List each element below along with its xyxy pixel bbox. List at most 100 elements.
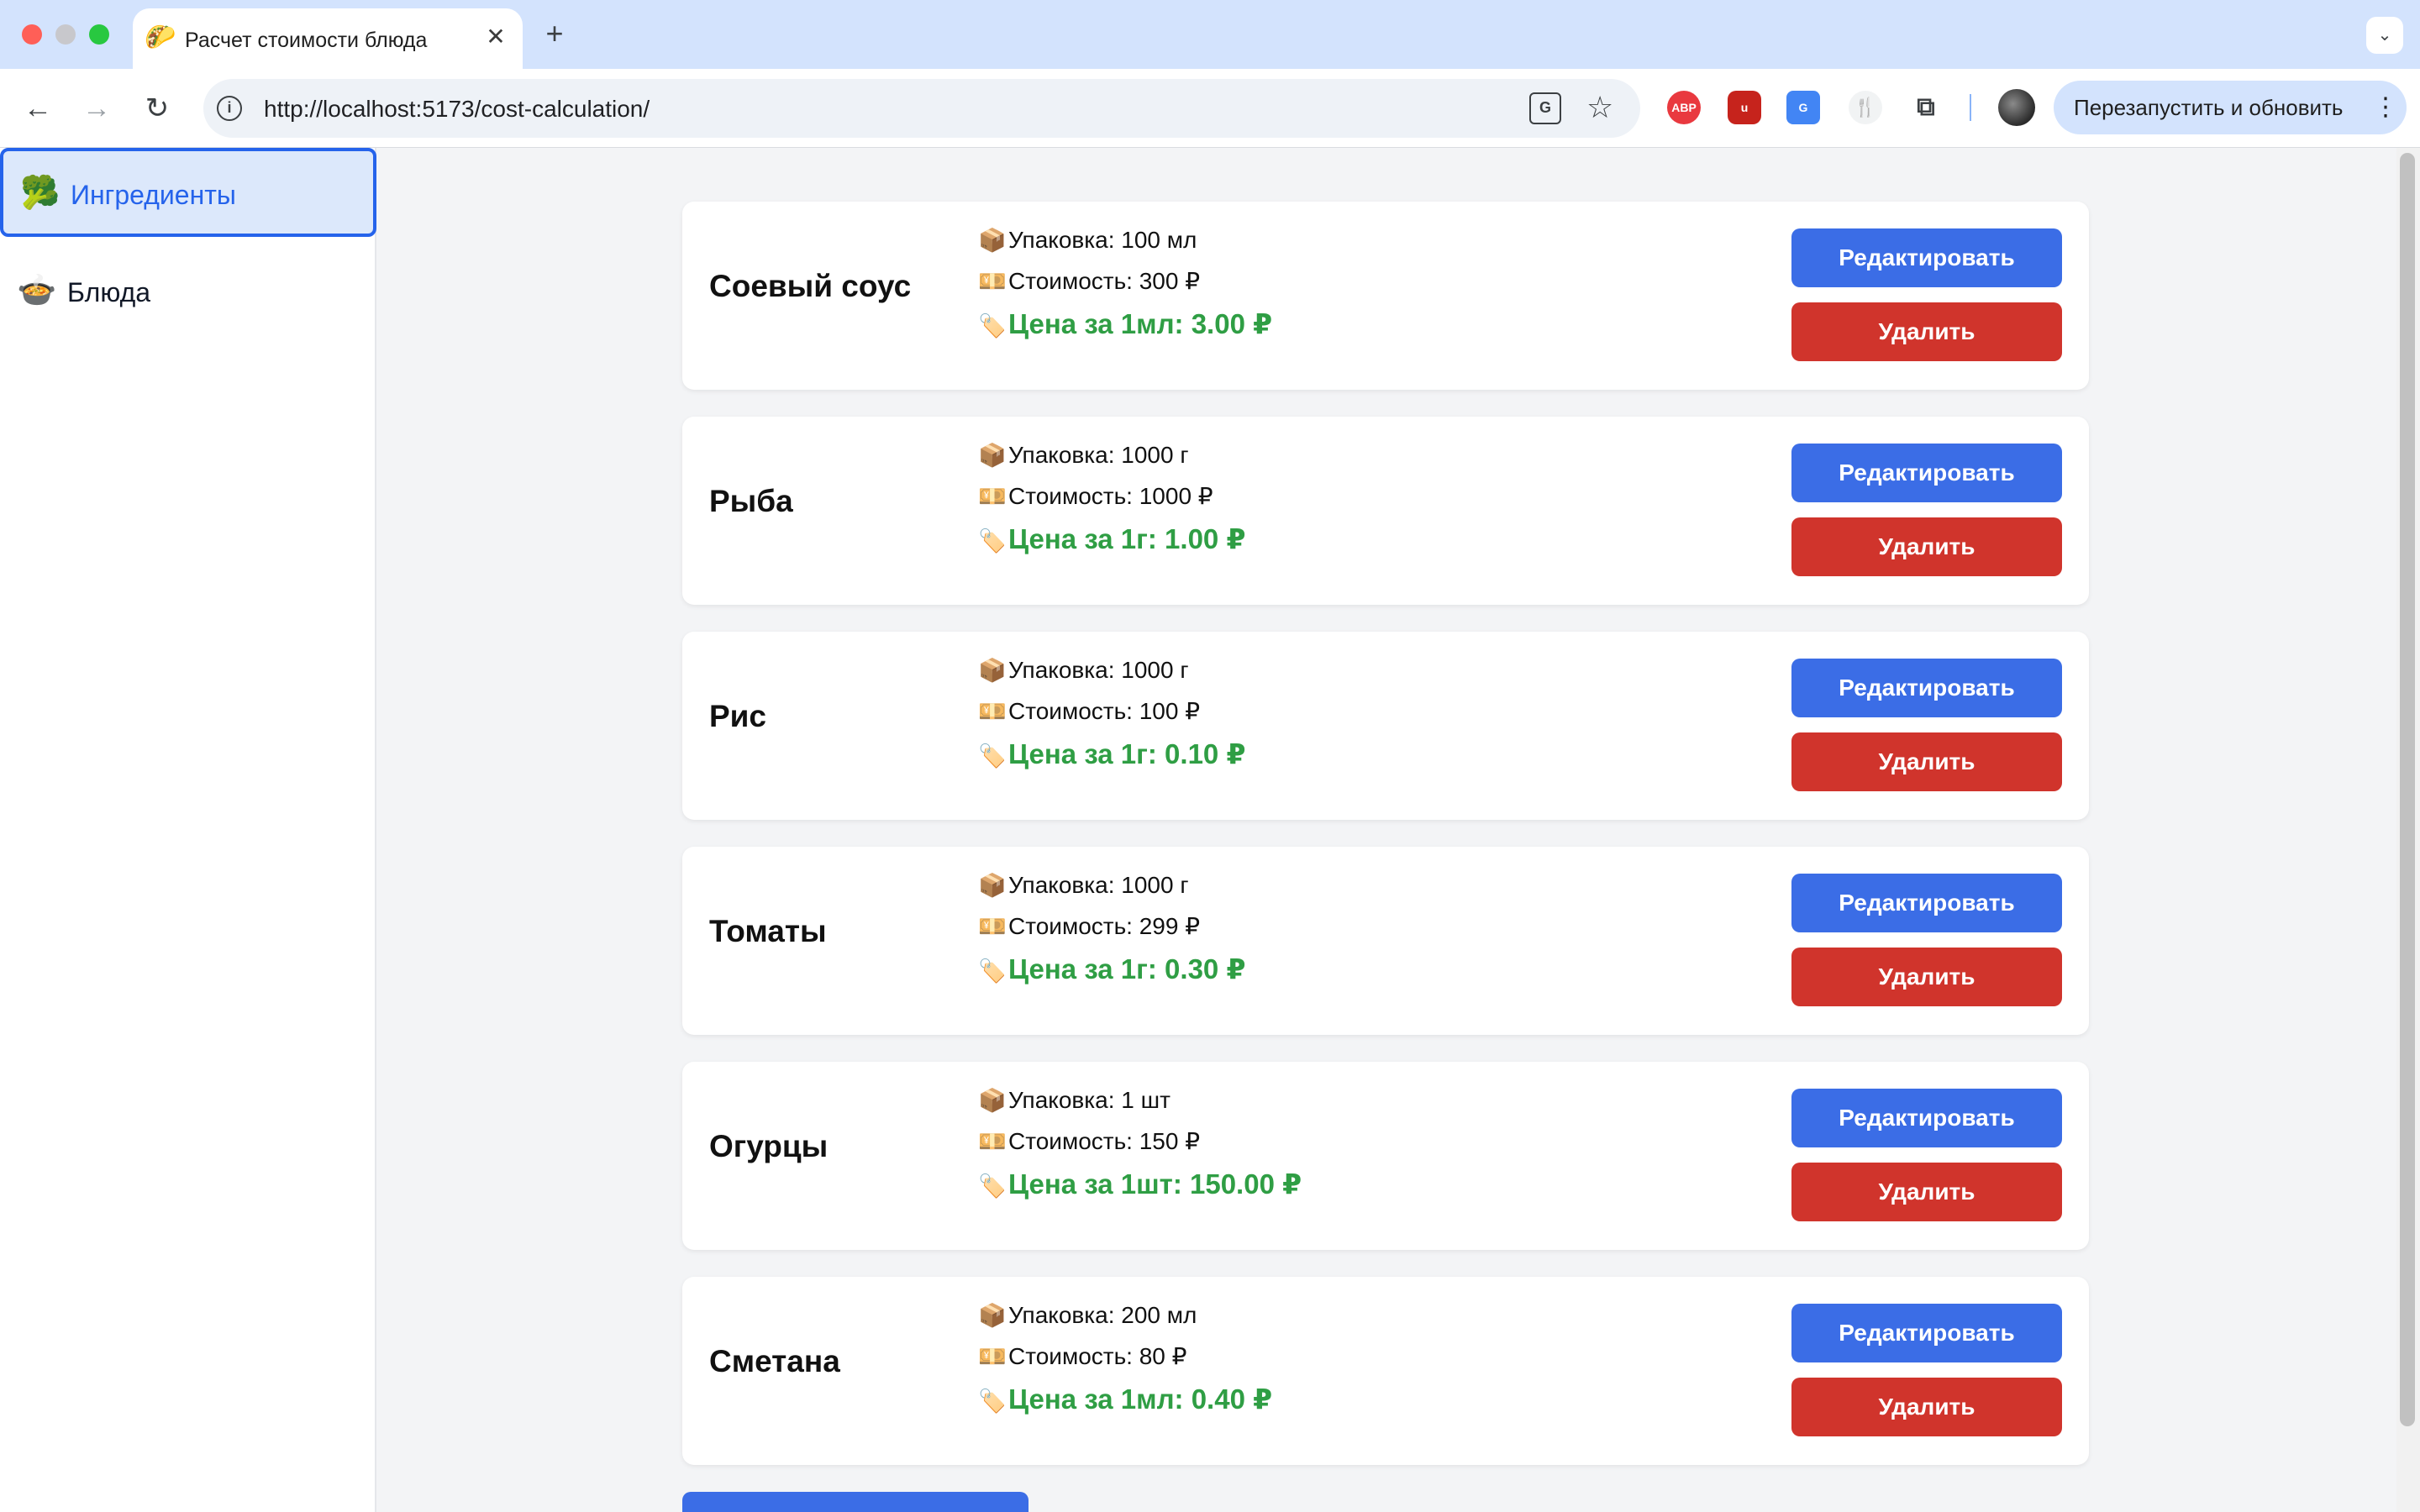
ingredient-info: 📦Упаковка: 1 шт 💴Стоимость: 150 ₽ 🏷️Цена… [978, 1087, 1302, 1215]
sidebar-item-label: Ингредиенты [71, 180, 236, 210]
tab-close-icon[interactable]: ✕ [481, 22, 511, 52]
money-icon: 💴 [978, 1129, 1007, 1154]
ingredient-info: 📦Упаковка: 100 мл 💴Стоимость: 300 ₽ 🏷️Це… [978, 227, 1272, 354]
edit-button[interactable]: Редактировать [1791, 228, 2062, 287]
ingredient-card: Соевый соус 📦Упаковка: 100 мл 💴Стоимость… [682, 202, 2089, 390]
back-arrow-icon[interactable]: ← [18, 89, 57, 128]
package-size: Упаковка: 1000 г [1008, 442, 1189, 468]
taco-favicon-icon: 🌮 [145, 24, 176, 51]
address-bar[interactable]: i http://localhost:5173/cost-calculation… [203, 79, 1640, 138]
forward-arrow-icon[interactable]: → [77, 89, 116, 128]
sidebar-item-label: Блюда [67, 277, 151, 307]
ingredient-name: Томаты [709, 914, 827, 948]
delete-button[interactable]: Удалить [1791, 1163, 2062, 1221]
money-icon: 💴 [978, 1344, 1007, 1369]
reload-icon[interactable]: ↻ [138, 89, 176, 128]
unit-price: Цена за 1г: 1.00 ₽ [1008, 523, 1246, 554]
price-tag-icon: 🏷️ [978, 1389, 1007, 1414]
edit-button[interactable]: Редактировать [1791, 874, 2062, 932]
delete-button[interactable]: Удалить [1791, 517, 2062, 576]
money-icon: 💴 [978, 269, 1007, 294]
unit-price: Цена за 1мл: 0.40 ₽ [1008, 1383, 1273, 1415]
package-size: Упаковка: 1000 г [1008, 657, 1189, 683]
tab-title: Расчет стоимости блюда [185, 29, 428, 52]
page-viewport: 🥦 Ингредиенты 🍲 Блюда Соевый соус 📦Упако… [0, 148, 2420, 1512]
delete-button[interactable]: Удалить [1791, 302, 2062, 361]
package-cost: Стоимость: 300 ₽ [1008, 268, 1201, 294]
unit-price: Цена за 1г: 0.10 ₽ [1008, 738, 1246, 769]
toolbar-divider [1970, 94, 1971, 121]
unit-price: Цена за 1шт: 150.00 ₽ [1008, 1168, 1302, 1200]
bookmark-star-icon[interactable]: ☆ [1586, 91, 1613, 124]
url-text[interactable]: http://localhost:5173/cost-calculation/ [264, 96, 650, 123]
price-tag-icon: 🏷️ [978, 958, 1007, 984]
edit-button[interactable]: Редактировать [1791, 444, 2062, 502]
sidebar-item-dishes[interactable]: 🍲 Блюда [0, 249, 376, 338]
delete-button[interactable]: Удалить [1791, 948, 2062, 1006]
price-tag-icon: 🏷️ [978, 743, 1007, 769]
package-cost: Стоимость: 1000 ₽ [1008, 483, 1213, 509]
package-icon: 📦 [978, 228, 1007, 253]
ingredient-info: 📦Упаковка: 1000 г 💴Стоимость: 1000 ₽ 🏷️Ц… [978, 442, 1245, 570]
add-ingredient-button[interactable] [682, 1492, 1028, 1512]
edit-button[interactable]: Редактировать [1791, 1089, 2062, 1147]
edit-button[interactable]: Редактировать [1791, 659, 2062, 717]
site-info-icon[interactable]: i [217, 96, 242, 121]
ingredient-name: Огурцы [709, 1129, 829, 1163]
chef-extension-icon[interactable]: 🍴 [1849, 91, 1882, 124]
ingredient-list: Соевый соус 📦Упаковка: 100 мл 💴Стоимость… [682, 202, 2089, 1492]
soup-bowl-icon: 🍲 [17, 273, 57, 308]
relaunch-update-button[interactable]: Перезапустить и обновить ⋮ [2054, 81, 2407, 134]
ingredient-card: Сметана 📦Упаковка: 200 мл 💴Стоимость: 80… [682, 1277, 2089, 1465]
google-translate-extension-icon[interactable]: G [1786, 91, 1820, 124]
edit-button[interactable]: Редактировать [1791, 1304, 2062, 1362]
ingredient-name: Рыба [709, 484, 793, 518]
package-icon: 📦 [978, 873, 1007, 898]
new-tab-plus-icon[interactable]: + [538, 17, 571, 50]
package-cost: Стоимость: 150 ₽ [1008, 1128, 1201, 1154]
money-icon: 💴 [978, 699, 1007, 724]
money-icon: 💴 [978, 914, 1007, 939]
package-icon: 📦 [978, 658, 1007, 683]
tab-search-chevron-icon[interactable]: ⌄ [2366, 17, 2403, 54]
package-cost: Стоимость: 80 ₽ [1008, 1343, 1187, 1369]
relaunch-label: Перезапустить и обновить [2074, 95, 2344, 120]
scrollbar-thumb[interactable] [2400, 153, 2415, 1426]
unit-price: Цена за 1г: 0.30 ₽ [1008, 953, 1246, 984]
ingredient-name: Соевый соус [709, 269, 912, 303]
ingredient-card: Томаты 📦Упаковка: 1000 г 💴Стоимость: 299… [682, 847, 2089, 1035]
browser-tab[interactable]: 🌮 Расчет стоимости блюда ✕ [133, 8, 523, 69]
more-menu-icon[interactable]: ⋮ [2373, 91, 2398, 124]
ingredient-info: 📦Упаковка: 1000 г 💴Стоимость: 299 ₽ 🏷️Це… [978, 872, 1245, 1000]
package-icon: 📦 [978, 443, 1007, 468]
package-size: Упаковка: 200 мл [1008, 1302, 1197, 1328]
package-icon: 📦 [978, 1303, 1007, 1328]
package-icon: 📦 [978, 1088, 1007, 1113]
ublock-extension-icon[interactable]: u [1728, 91, 1761, 124]
adblock-plus-extension-icon[interactable]: ABP [1667, 91, 1701, 124]
ingredient-card: Рис 📦Упаковка: 1000 г 💴Стоимость: 100 ₽ … [682, 632, 2089, 820]
window-close-button[interactable] [22, 24, 42, 45]
profile-avatar[interactable] [1998, 89, 2035, 126]
window-maximize-button[interactable] [89, 24, 109, 45]
ingredient-card: Рыба 📦Упаковка: 1000 г 💴Стоимость: 1000 … [682, 417, 2089, 605]
broccoli-icon: 🥦 [20, 176, 60, 211]
sidebar-item-ingredients[interactable]: 🥦 Ингредиенты [0, 148, 376, 237]
package-size: Упаковка: 1 шт [1008, 1087, 1171, 1113]
ingredient-card: Огурцы 📦Упаковка: 1 шт 💴Стоимость: 150 ₽… [682, 1062, 2089, 1250]
translate-page-icon[interactable]: G [1529, 92, 1561, 124]
package-size: Упаковка: 1000 г [1008, 872, 1189, 898]
ingredient-name: Рис [709, 699, 767, 733]
ingredient-info: 📦Упаковка: 1000 г 💴Стоимость: 100 ₽ 🏷️Це… [978, 657, 1245, 785]
delete-button[interactable]: Удалить [1791, 1378, 2062, 1436]
package-cost: Стоимость: 100 ₽ [1008, 698, 1201, 724]
money-icon: 💴 [978, 484, 1007, 509]
unit-price: Цена за 1мл: 3.00 ₽ [1008, 308, 1273, 339]
package-cost: Стоимость: 299 ₽ [1008, 913, 1201, 939]
ingredient-info: 📦Упаковка: 200 мл 💴Стоимость: 80 ₽ 🏷️Цен… [978, 1302, 1272, 1430]
price-tag-icon: 🏷️ [978, 313, 1007, 339]
delete-button[interactable]: Удалить [1791, 732, 2062, 791]
window-minimize-button[interactable] [55, 24, 76, 45]
extensions-puzzle-icon[interactable]: ⧉ [1909, 91, 1943, 124]
browser-tab-bar: 🌮 Расчет стоимости блюда ✕ + ⌄ [0, 0, 2420, 69]
